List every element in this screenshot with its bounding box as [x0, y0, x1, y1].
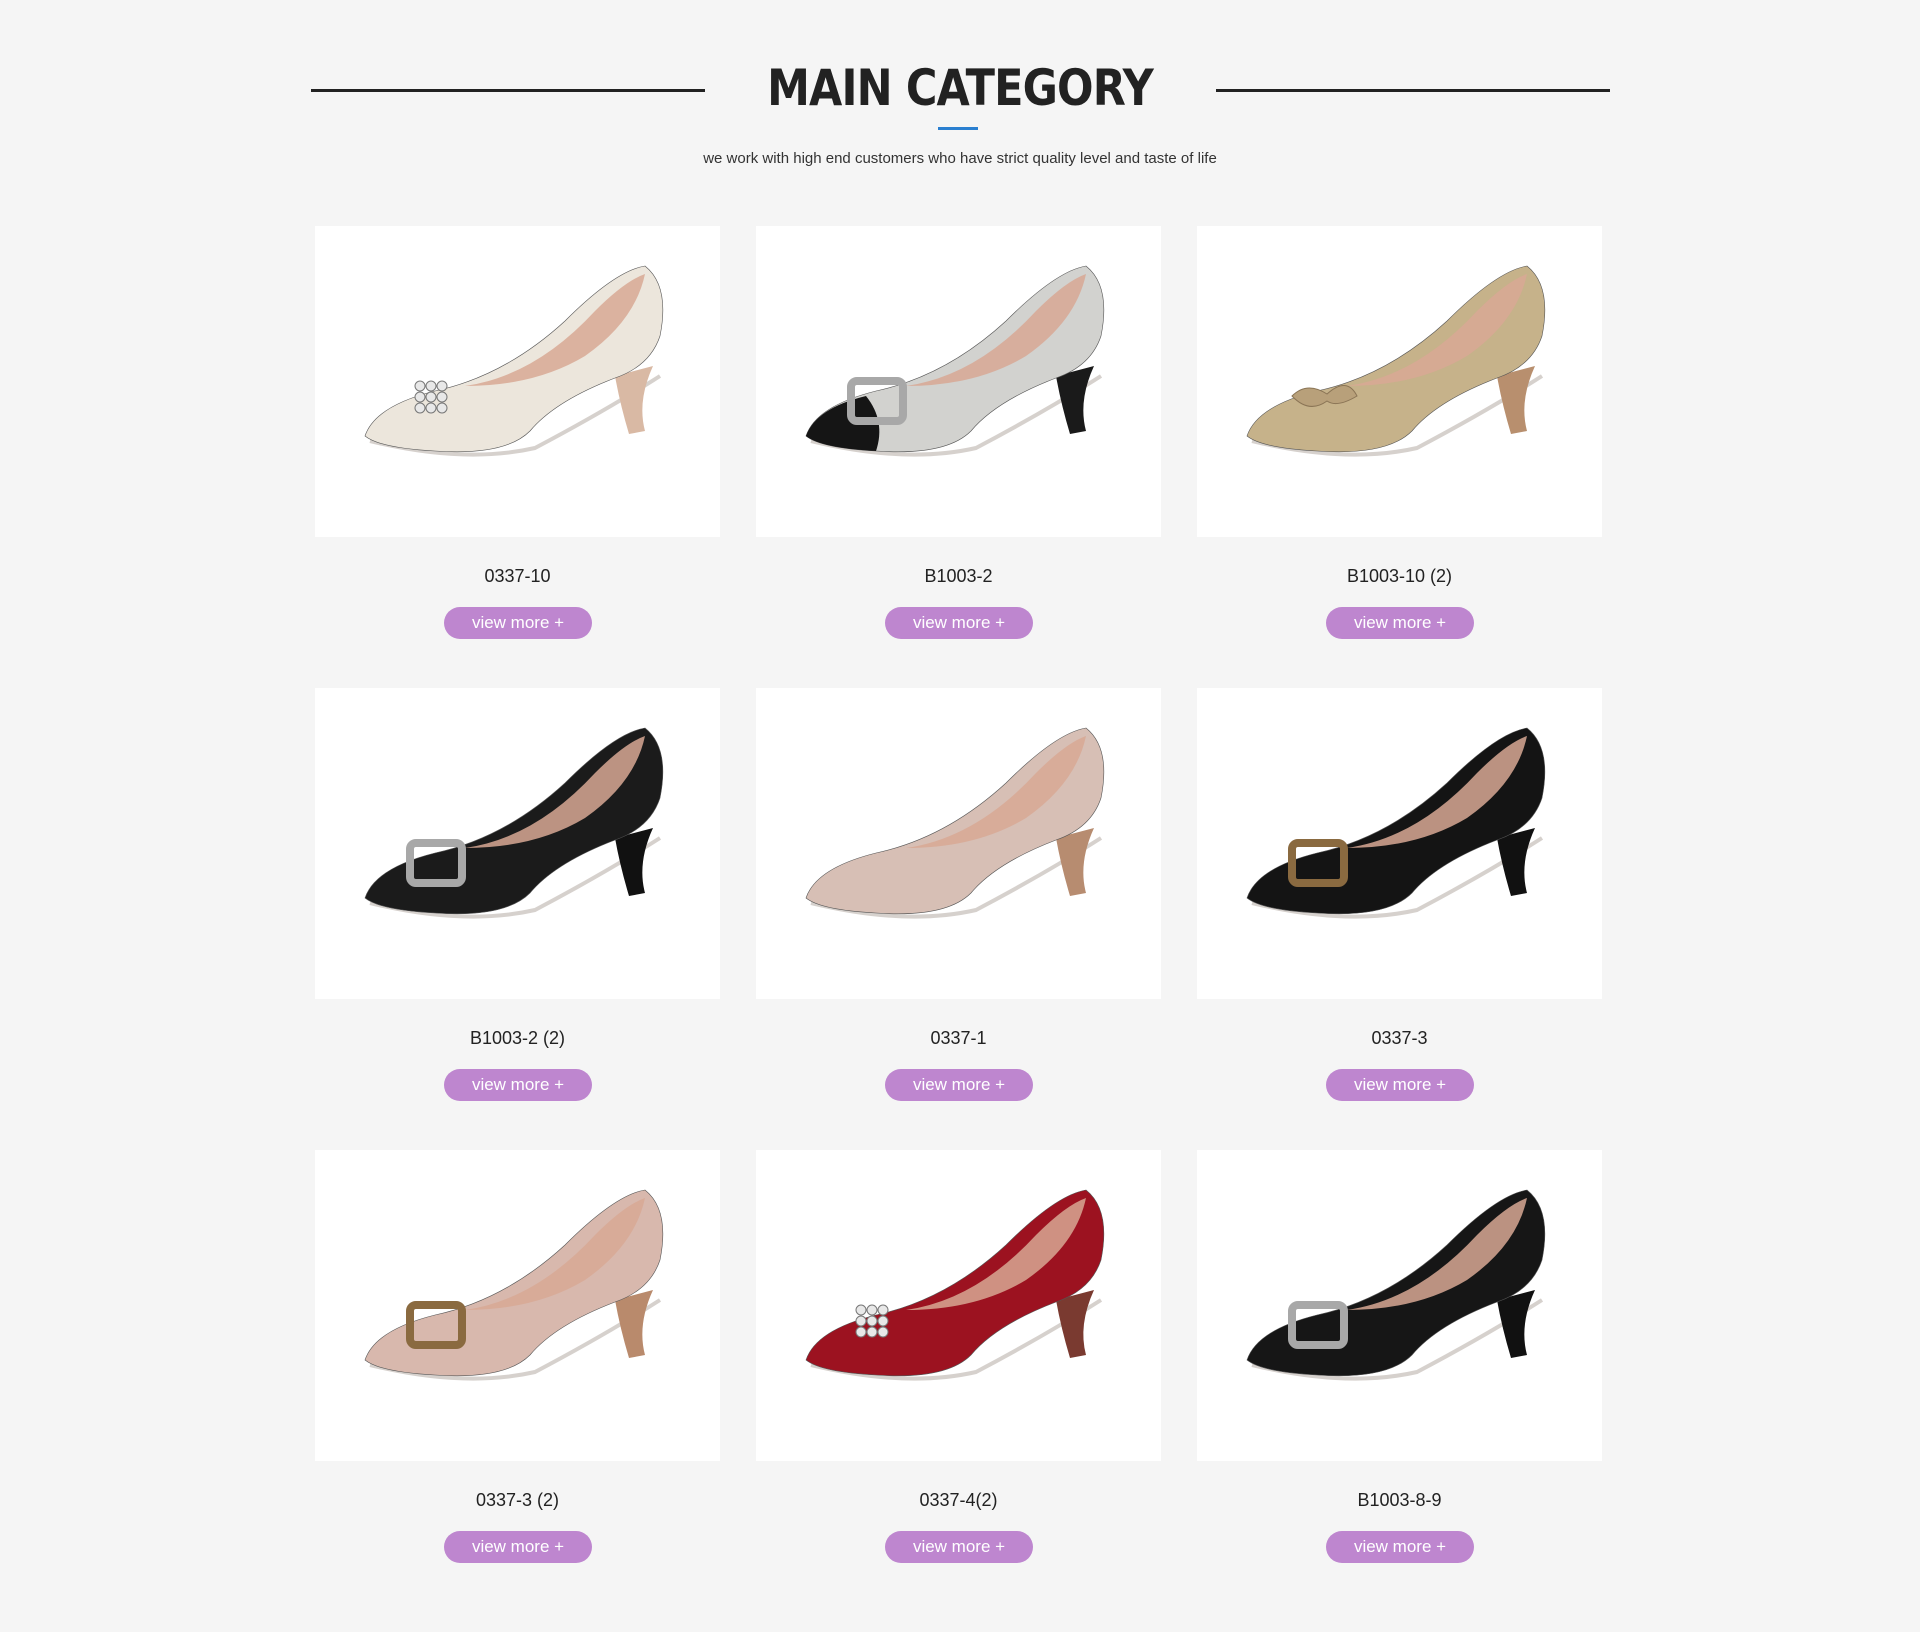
product-image[interactable] — [315, 688, 720, 999]
shoe-illustration — [1246, 1189, 1546, 1381]
product-name[interactable]: 0337-4(2) — [756, 1490, 1161, 1511]
shoe-illustration — [1246, 265, 1546, 457]
product-image[interactable] — [315, 226, 720, 537]
section-title: MAIN CATEGORY — [767, 59, 1154, 117]
shoe-illustration — [1246, 727, 1546, 919]
product-name[interactable]: 0337-3 — [1197, 1028, 1602, 1049]
product-image[interactable] — [1197, 1150, 1602, 1461]
product-image[interactable] — [1197, 688, 1602, 999]
product-name[interactable]: 0337-1 — [756, 1028, 1161, 1049]
section-subtitle: we work with high end customers who have… — [703, 150, 1217, 167]
product-image[interactable] — [756, 226, 1161, 537]
shoe-illustration — [805, 727, 1105, 919]
product-card[interactable]: 0337-1 view more + — [756, 688, 1161, 1101]
crystal-ornament — [414, 380, 448, 414]
heel-shape — [1497, 366, 1535, 434]
shoe-illustration — [364, 265, 664, 457]
view-more-button[interactable]: view more + — [1326, 607, 1474, 639]
shoe-illustration — [805, 1189, 1105, 1381]
view-more-button[interactable]: view more + — [885, 1531, 1033, 1563]
product-name[interactable]: 0337-10 — [315, 566, 720, 587]
view-more-button[interactable]: view more + — [885, 1069, 1033, 1101]
heel-shape — [615, 828, 653, 896]
product-card[interactable]: 0337-4(2) view more + — [756, 1150, 1161, 1563]
product-card[interactable]: B1003-8-9 view more + — [1197, 1150, 1602, 1563]
product-card[interactable]: 0337-3 (2) view more + — [315, 1150, 720, 1563]
view-more-button[interactable]: view more + — [444, 1531, 592, 1563]
product-grid: 0337-10 view more + B1003-2 view more + … — [315, 226, 1602, 1563]
product-name[interactable]: B1003-2 — [756, 566, 1161, 587]
product-image[interactable] — [756, 1150, 1161, 1461]
heel-shape — [1056, 366, 1094, 434]
product-card[interactable]: B1003-2 view more + — [756, 226, 1161, 639]
section-header: MAIN CATEGORY we work with high end cust… — [0, 0, 1920, 200]
heel-shape — [615, 1290, 653, 1358]
shoe-illustration — [364, 727, 664, 919]
product-image[interactable] — [756, 688, 1161, 999]
product-name[interactable]: 0337-3 (2) — [315, 1490, 720, 1511]
view-more-button[interactable]: view more + — [444, 1069, 592, 1101]
heel-shape — [1497, 1290, 1535, 1358]
product-card[interactable]: 0337-3 view more + — [1197, 688, 1602, 1101]
heel-shape — [1056, 1290, 1094, 1358]
title-accent-underline — [938, 127, 978, 130]
product-image[interactable] — [315, 1150, 720, 1461]
shoe-illustration — [364, 1189, 664, 1381]
product-name[interactable]: B1003-2 (2) — [315, 1028, 720, 1049]
view-more-button[interactable]: view more + — [885, 607, 1033, 639]
product-card[interactable]: B1003-2 (2) view more + — [315, 688, 720, 1101]
view-more-button[interactable]: view more + — [1326, 1069, 1474, 1101]
heel-shape — [615, 366, 653, 434]
crystal-ornament — [855, 1304, 889, 1338]
product-card[interactable]: 0337-10 view more + — [315, 226, 720, 639]
view-more-button[interactable]: view more + — [444, 607, 592, 639]
product-image[interactable] — [1197, 226, 1602, 537]
product-name[interactable]: B1003-8-9 — [1197, 1490, 1602, 1511]
product-name[interactable]: B1003-10 (2) — [1197, 566, 1602, 587]
shoe-illustration — [805, 265, 1105, 457]
view-more-button[interactable]: view more + — [1326, 1531, 1474, 1563]
heel-shape — [1497, 828, 1535, 896]
heel-shape — [1056, 828, 1094, 896]
product-card[interactable]: B1003-10 (2) view more + — [1197, 226, 1602, 639]
